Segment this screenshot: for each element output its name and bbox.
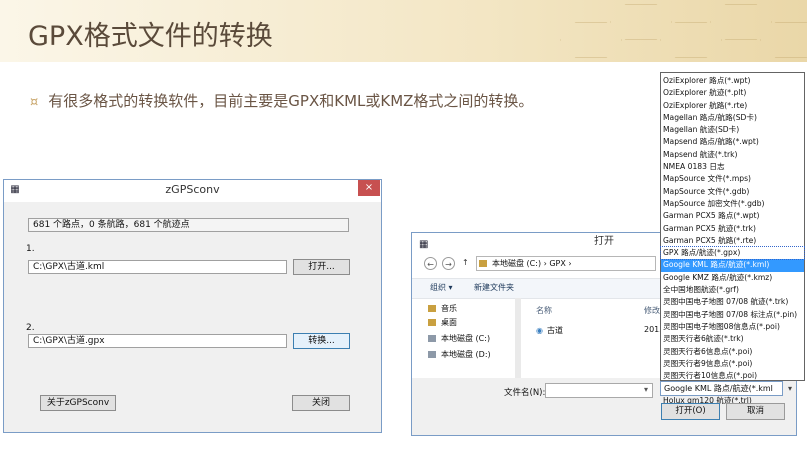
dropdown-option[interactable]: Garman PCX5 航路(*.rte) [661, 235, 804, 247]
filename-input[interactable] [545, 383, 653, 398]
hex-decoration [710, 4, 772, 40]
folder-icon [479, 260, 487, 267]
navigation-pane: 音乐 桌面 本地磁盘 (C:) 本地磁盘 (D:) [412, 298, 512, 378]
step2-label: 2. [26, 323, 35, 333]
dropdown-option[interactable]: MapSource 文件(*.gdb) [661, 186, 804, 198]
dropdown-option[interactable]: Google KML 路点/航迹(*.kml) [661, 259, 804, 272]
bullet-text: 有很多格式的转换软件，目前主要是GPX和KML或KMZ格式之间的转换。 [48, 92, 534, 110]
app-icon: ▦ [419, 239, 429, 250]
dropdown-option[interactable]: MapSource 加密文件(*.gdb) [661, 198, 804, 210]
step1-label: 1. [26, 244, 35, 254]
bullet-icon: ¤ [30, 95, 39, 110]
dialog-title: 打开 [594, 236, 614, 247]
close-button[interactable]: 关闭 [292, 395, 350, 411]
chevron-down-icon[interactable]: ▾ [644, 385, 648, 394]
dropdown-option[interactable]: OziExplorer 航路(*.rte) [661, 100, 804, 112]
nav-item-desktop[interactable]: 桌面 [428, 317, 457, 328]
zgpsconv-window: ▦ zGPSconv × 681 个路点，0 条航路，681 个航迹点 1. C… [3, 179, 382, 433]
hex-decoration [660, 22, 722, 58]
dropdown-option[interactable]: 灵图中国电子地图08信息点(*.poi) [661, 321, 804, 333]
dialog-cancel-button[interactable]: 取消 [726, 403, 785, 420]
filetype-dropdown-list[interactable]: OziExplorer 路点(*.wpt) OziExplorer 航迹(*.pl… [660, 72, 805, 405]
desktop-icon [428, 319, 436, 326]
open-button[interactable]: 打开... [293, 259, 350, 275]
dialog-open-button[interactable]: 打开(O) [661, 403, 720, 420]
dropdown-option[interactable]: Mapsend 路点/航路(*.wpt) [661, 136, 804, 148]
dropdown-option[interactable]: Mapsend 航迹(*.trk) [661, 149, 804, 161]
drive-icon [428, 351, 436, 358]
forward-arrow-icon[interactable]: → [442, 257, 455, 270]
drive-icon [428, 335, 436, 342]
slide-title: GPX格式文件的转换 [28, 21, 273, 52]
address-bar[interactable]: 本地磁盘 (C:) › GPX › [476, 256, 656, 271]
input-path-field[interactable]: C:\GPX\古道.kml [28, 260, 287, 274]
window-titlebar: ▦ zGPSconv × [4, 180, 381, 202]
filename-label: 文件名(N): [504, 388, 546, 398]
dropdown-option[interactable]: Magellan 路点/航路(SD卡) [661, 112, 804, 124]
scrollbar[interactable] [515, 298, 521, 378]
dropdown-option[interactable]: 全中国地图航迹(*.grf) [661, 284, 804, 296]
app-icon: ▦ [10, 184, 20, 195]
dropdown-option[interactable]: 灵图天行者6航迹(*.trk) [661, 333, 804, 345]
file-row[interactable]: ◉ 古道 [536, 325, 563, 336]
new-folder-button[interactable]: 新建文件夹 [474, 282, 514, 293]
dropdown-option[interactable]: Magellan 航迹(SD卡) [661, 124, 804, 136]
dropdown-option[interactable]: Garman PCX5 航迹(*.trk) [661, 223, 804, 235]
dropdown-option[interactable]: 灵图中国电子地图 07/08 航迹(*.trk) [661, 296, 804, 308]
about-button[interactable]: 关于zGPSconv [40, 395, 116, 411]
close-icon[interactable]: × [358, 180, 380, 196]
chevron-down-icon[interactable]: ▾ [783, 381, 797, 396]
dropdown-option[interactable]: NMEA 0183 日志 [661, 161, 804, 173]
dropdown-option[interactable]: Garman PCX5 路点(*.wpt) [661, 210, 804, 222]
music-icon [428, 305, 436, 312]
filetype-select[interactable]: Google KML 路点/航迹(*.kml [660, 381, 783, 396]
nav-item-drive-d[interactable]: 本地磁盘 (D:) [428, 349, 491, 360]
nav-item-music[interactable]: 音乐 [428, 303, 457, 314]
hex-decoration [560, 22, 622, 58]
hex-decoration [610, 4, 672, 40]
dropdown-option[interactable]: 灵图天行者9信息点(*.poi) [661, 358, 804, 370]
dropdown-option[interactable]: GPX 路点/航迹(*.gpx) [660, 246, 805, 261]
convert-button[interactable]: 转换... [293, 333, 350, 349]
organize-menu[interactable]: 组织 ▾ [430, 282, 453, 293]
column-header-modified[interactable]: 修改 [644, 305, 660, 316]
back-arrow-icon[interactable]: ← [424, 257, 437, 270]
dropdown-option[interactable]: Google KMZ 路点/航迹(*.kmz) [661, 272, 804, 284]
dropdown-option[interactable]: OziExplorer 航迹(*.plt) [661, 87, 804, 99]
column-header-name[interactable]: 名称 [536, 305, 552, 316]
status-field: 681 个路点，0 条航路，681 个航迹点 [28, 218, 349, 232]
breadcrumb: 本地磁盘 (C:) › GPX › [492, 259, 572, 268]
nav-item-drive-c[interactable]: 本地磁盘 (C:) [428, 333, 490, 344]
dropdown-option[interactable]: 灵图天行者6信息点(*.poi) [661, 346, 804, 358]
dropdown-option[interactable]: 灵图中国电子地图 07/08 标注点(*.pin) [661, 309, 804, 321]
slide-bullet: ¤ 有很多格式的转换软件，目前主要是GPX和KML或KMZ格式之间的转换。 [30, 90, 533, 111]
slide-banner: GPX格式文件的转换 [0, 0, 807, 62]
up-arrow-icon[interactable]: ↑ [462, 258, 469, 267]
output-path-field[interactable]: C:\GPX\古道.gpx [28, 334, 287, 348]
dropdown-option[interactable]: MapSource 文件(*.mps) [661, 173, 804, 185]
window-title: zGPSconv [165, 183, 220, 196]
file-icon: ◉ [536, 326, 543, 335]
dropdown-option[interactable]: OziExplorer 路点(*.wpt) [661, 75, 804, 87]
